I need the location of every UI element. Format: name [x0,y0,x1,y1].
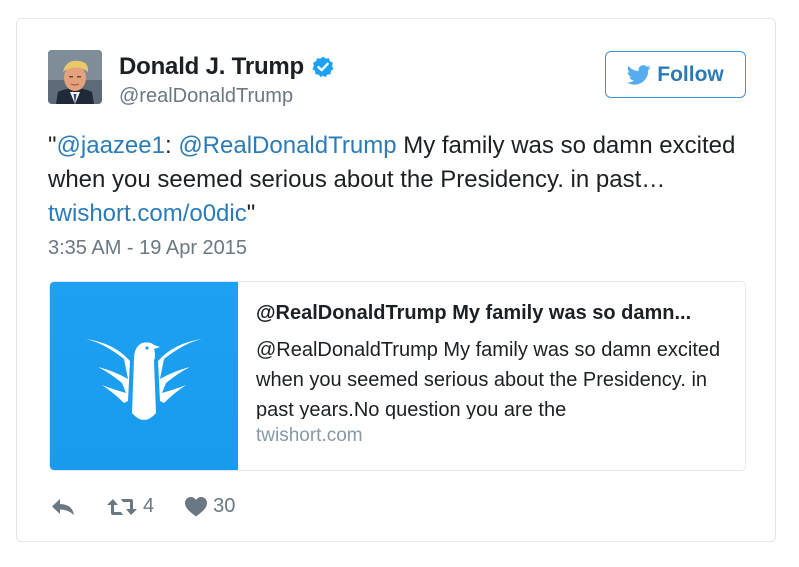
reply-icon [52,498,74,515]
card-image[interactable] [50,282,238,470]
retweet-count: 4 [143,495,155,517]
twishort-eagle-logo-icon [86,339,202,420]
retweet-icon [107,498,137,515]
like-count: 30 [213,495,236,517]
embedded-tweet: Donald J. Trump @realDonaldTrump Follow … [16,18,776,542]
tweet-timestamp[interactable]: 3:35 AM - 19 Apr 2015 [48,237,247,260]
verified-badge-icon [311,55,335,79]
heart-icon [185,497,208,517]
tweet-url-link[interactable]: twishort.com/o0dic [48,200,247,227]
quote-open: " [48,132,57,159]
card-description: @RealDonaldTrump My family was so damn e… [256,339,721,419]
reply-button[interactable] [50,497,76,517]
card-body: @RealDonaldTrump My family was so damn..… [238,282,745,470]
author-handle[interactable]: @realDonaldTrump [119,85,335,108]
twitter-bird-icon [627,64,651,85]
tweet-text: "@jaazee1: @RealDonaldTrump My family wa… [48,129,738,231]
author-name[interactable]: Donald J. Trump [119,53,304,81]
retweet-button[interactable]: 4 [106,495,154,518]
card-domain: twishort.com [256,425,363,446]
follow-button[interactable]: Follow [605,51,746,98]
card-title: @RealDonaldTrump My family was so damn..… [256,302,692,324]
colon-text: : [164,132,179,159]
quote-close: " [246,200,256,227]
author-block: Donald J. Trump @realDonaldTrump [119,53,335,108]
link-card[interactable]: @RealDonaldTrump My family was so damn..… [49,281,746,471]
avatar[interactable] [48,50,102,104]
like-button[interactable]: 30 [184,495,235,518]
tweet-actions: 4 30 [50,495,265,518]
mention-link-jaazee1[interactable]: @jaazee1 [57,132,165,159]
mention-link-realdonaldtrump[interactable]: @RealDonaldTrump [178,132,396,159]
follow-button-label: Follow [657,62,724,86]
